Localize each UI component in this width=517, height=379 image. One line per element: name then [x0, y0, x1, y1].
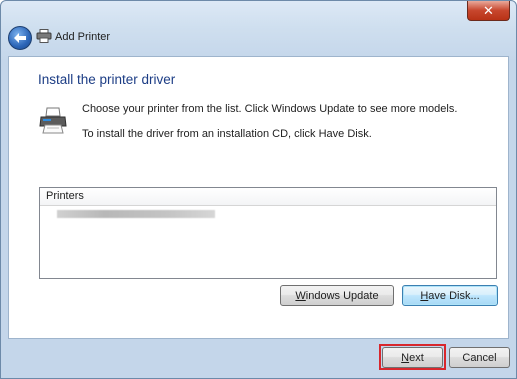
add-printer-window: ✕ Add Printer Install the printer driver… — [0, 0, 517, 379]
cancel-button[interactable]: Cancel — [449, 347, 510, 368]
back-button[interactable] — [8, 26, 32, 50]
printer-icon — [36, 29, 52, 43]
wizard-content: Install the printer driver Choose your p… — [8, 56, 509, 339]
windows-update-button[interactable]: Windows Update — [280, 285, 394, 306]
printer-icon — [39, 107, 67, 134]
printers-column-header[interactable]: Printers — [40, 188, 496, 206]
window-title: Add Printer — [55, 31, 111, 43]
close-icon: ✕ — [483, 2, 494, 18]
instruction-text-disk: To install the driver from an installati… — [82, 128, 372, 140]
printers-list[interactable]: Printers — [39, 187, 497, 279]
printer-list-item[interactable] — [57, 210, 215, 218]
back-arrow-icon — [14, 33, 26, 43]
next-button[interactable]: Next — [382, 347, 443, 368]
close-button[interactable]: ✕ — [467, 1, 510, 21]
instruction-text: Choose your printer from the list. Click… — [82, 103, 458, 115]
have-disk-button[interactable]: Have Disk... — [402, 285, 498, 306]
page-heading: Install the printer driver — [38, 72, 176, 87]
